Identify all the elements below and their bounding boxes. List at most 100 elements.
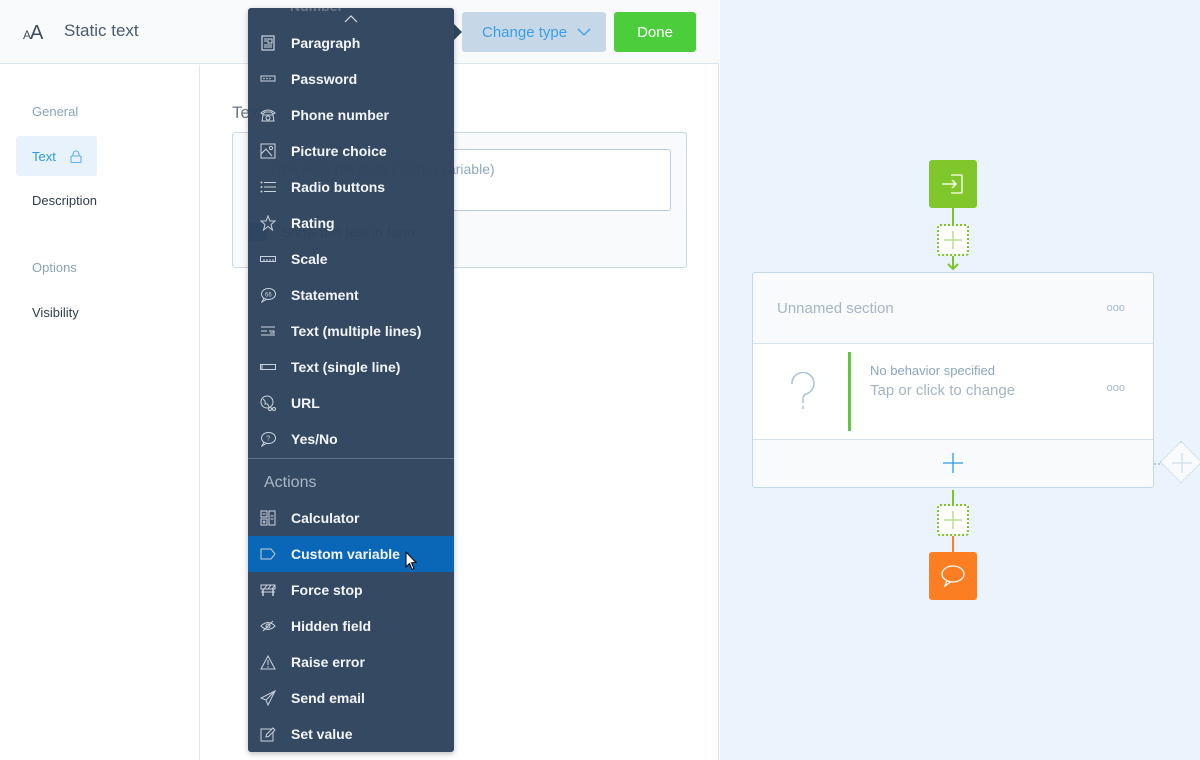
menu-item-label: Text (multiple lines)	[291, 323, 422, 339]
menu-item-radio-buttons[interactable]: Radio buttons	[248, 169, 454, 205]
menu-item-set-value[interactable]: Set value	[248, 716, 454, 752]
menu-item-yes-no[interactable]: ? Yes/No	[248, 421, 454, 457]
block-subtitle: Tap or click to change	[870, 382, 1016, 399]
more-icon[interactable]: ooo	[1107, 382, 1125, 394]
svg-text:?: ?	[266, 436, 270, 443]
menu-item-label: Phone number	[291, 107, 390, 123]
question-mark-icon	[791, 372, 815, 409]
tag-icon	[259, 545, 277, 563]
menu-item-label: Yes/No	[291, 431, 338, 447]
sidebar-item-label: Description	[32, 192, 98, 208]
menu-item-label: Scale	[291, 251, 328, 267]
done-button[interactable]: Done	[614, 12, 696, 52]
svg-text:66: 66	[265, 293, 272, 299]
single-line-text-icon	[259, 358, 277, 376]
barrier-icon	[259, 581, 277, 599]
menu-item-text-multiple-lines[interactable]: Text (multiple lines)	[248, 313, 454, 349]
change-type-button[interactable]: Change type	[462, 12, 606, 52]
plus-icon	[944, 231, 962, 249]
menu-item-calculator[interactable]: Calculator	[248, 500, 454, 536]
menu-item-statement[interactable]: 66 Statement	[248, 277, 454, 313]
menu-item-label: Statement	[291, 287, 359, 303]
entry-node[interactable]	[929, 160, 977, 208]
end-node[interactable]	[929, 552, 977, 600]
menu-item-label: Paragraph	[291, 35, 361, 51]
add-block-button[interactable]	[753, 440, 1153, 486]
quote-bubble-icon: 66	[259, 286, 277, 304]
menu-item-password[interactable]: Password	[248, 61, 454, 97]
chevron-down-icon	[577, 28, 591, 36]
sidebar-item-label: Visibility	[32, 304, 79, 320]
menu-divider	[248, 458, 454, 459]
question-bubble-icon: ?	[259, 430, 277, 448]
sidebar-item-visibility[interactable]: Visibility	[16, 292, 97, 332]
menu-item-send-email[interactable]: Send email	[248, 680, 454, 716]
menu-item-custom-variable[interactable]: Custom variable	[248, 536, 454, 572]
section-header[interactable]: Unnamed section ooo	[753, 273, 1153, 344]
edit-icon	[259, 725, 277, 743]
menu-item-picture-choice[interactable]: Picture choice	[248, 133, 454, 169]
sidebar-item-text[interactable]: Text	[16, 136, 97, 176]
add-step-button[interactable]	[937, 504, 969, 536]
menu-item-label: Send email	[291, 690, 365, 706]
menu-item-label: Radio buttons	[291, 179, 386, 195]
menu-item-label: Custom variable	[291, 546, 400, 562]
multiline-text-icon	[259, 322, 277, 340]
menu-item-label: Raise error	[291, 654, 365, 670]
menu-item-phone-number[interactable]: Phone number	[248, 97, 454, 133]
connector	[952, 536, 954, 552]
ruler-icon	[259, 250, 277, 268]
plus-icon	[1172, 453, 1192, 473]
sidebar-item-label: Text	[32, 148, 56, 164]
picture-icon	[259, 142, 277, 160]
chevron-up-icon[interactable]	[344, 14, 358, 24]
plus-icon	[943, 453, 963, 473]
change-type-label: Change type	[482, 23, 568, 41]
add-step-button[interactable]	[937, 224, 969, 256]
behavior-block[interactable]: No behavior specified Tap or click to ch…	[753, 344, 1153, 440]
menu-item-label: Hidden field	[291, 618, 372, 634]
menu-item-force-stop[interactable]: Force stop	[248, 572, 454, 608]
menu-item-text-single-line[interactable]: Text (single line)	[248, 349, 454, 385]
menu-item-label: Calculator	[291, 510, 360, 526]
password-icon	[259, 70, 277, 88]
menu-item-partial[interactable]: Number	[290, 8, 343, 14]
menu-item-label: Text (single line)	[291, 359, 401, 375]
more-icon[interactable]: ooo	[1107, 302, 1125, 314]
lock-icon	[70, 150, 82, 163]
phone-icon	[259, 106, 277, 124]
change-type-menu: Number Paragraph Password Phone number P…	[248, 8, 454, 752]
connector	[952, 490, 954, 504]
arrow-down-icon	[947, 256, 959, 271]
sidebar-item-description[interactable]: Description	[16, 180, 97, 220]
plus-icon	[944, 511, 962, 529]
sidebar-group-general: General	[32, 104, 79, 119]
chat-bubble-icon	[941, 565, 965, 588]
menu-item-paragraph[interactable]: Paragraph	[248, 25, 454, 61]
paper-plane-icon	[259, 689, 277, 707]
menu-item-label: Force stop	[291, 582, 363, 598]
section-title: Unnamed section	[777, 299, 894, 317]
sidebar-group-options: Options	[32, 260, 77, 275]
menu-item-scale[interactable]: Scale	[248, 241, 454, 277]
menu-item-rating[interactable]: Rating	[248, 205, 454, 241]
calculator-icon	[259, 509, 277, 527]
eye-off-icon	[259, 617, 277, 635]
section-card: Unnamed section ooo No behavior specifie…	[752, 272, 1154, 488]
font-size-icon: AA	[23, 22, 43, 44]
menu-item-raise-error[interactable]: Raise error	[248, 644, 454, 680]
globe-icon	[259, 394, 277, 412]
star-icon	[259, 214, 277, 232]
block-type-title: Static text	[64, 21, 139, 40]
connector	[952, 208, 954, 224]
block-status-bar	[848, 352, 851, 431]
enter-icon	[942, 174, 963, 194]
menu-item-url[interactable]: URL	[248, 385, 454, 421]
warning-icon	[259, 653, 277, 671]
block-title: No behavior specified	[870, 363, 996, 378]
paragraph-icon	[259, 34, 277, 52]
menu-item-hidden-field[interactable]: Hidden field	[248, 608, 454, 644]
menu-item-label: Set value	[291, 726, 353, 742]
mouse-cursor-icon	[405, 551, 417, 571]
menu-item-label: Rating	[291, 215, 335, 231]
